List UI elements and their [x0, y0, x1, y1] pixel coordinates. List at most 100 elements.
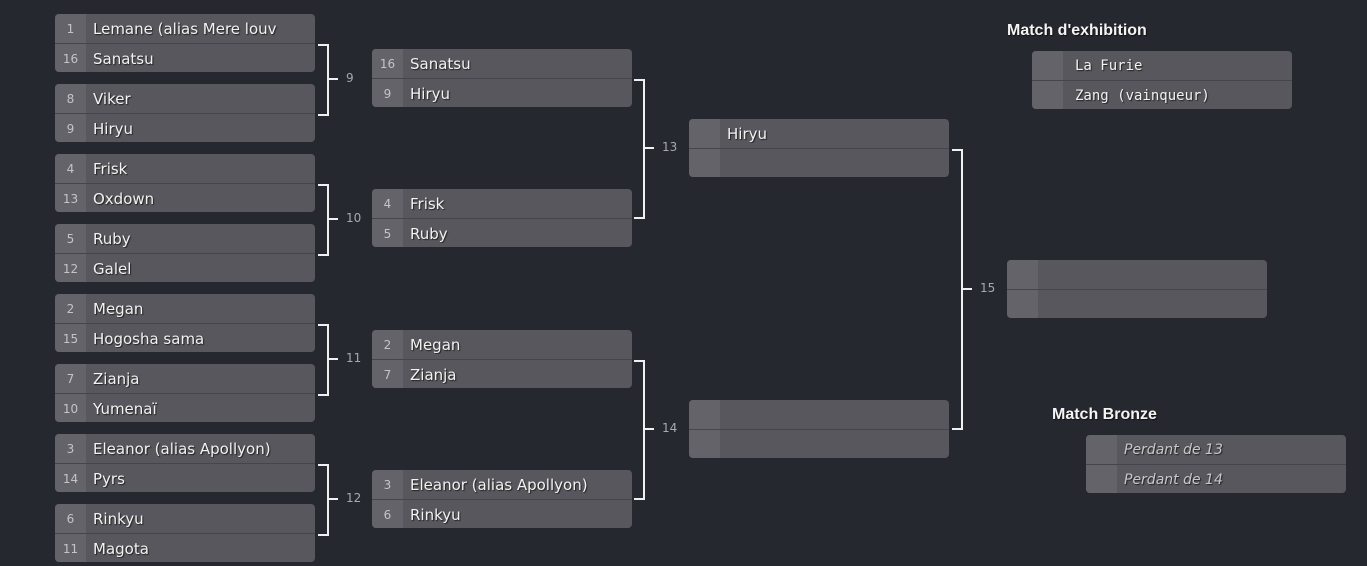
match-box[interactable]: 2 Megan 15 Hogosha sama: [55, 294, 315, 352]
participant-name: Zianja: [410, 365, 457, 384]
seed-number: [1086, 435, 1117, 464]
bracket-stub: [329, 498, 338, 500]
participant-name: Eleanor (alias Apollyon): [410, 475, 588, 494]
participant-name: Magota: [93, 539, 149, 558]
match-box[interactable]: 16 Sanatsu 9 Hiryu: [372, 49, 632, 107]
participant-row[interactable]: 3 Eleanor (alias Apollyon): [372, 470, 632, 500]
participant-row[interactable]: 12 Galel: [55, 254, 315, 282]
seed-number: [1007, 290, 1038, 318]
match-box[interactable]: 7 Zianja 10 Yumenaï: [55, 364, 315, 422]
match-number: 11: [346, 351, 362, 365]
participant-row[interactable]: 9 Hiryu: [55, 114, 315, 142]
bronze-title: Match Bronze: [1052, 406, 1157, 423]
match-box[interactable]: [689, 400, 949, 458]
participant-row[interactable]: 7 Zianja: [55, 364, 315, 394]
participant-row[interactable]: Hiryu: [689, 119, 949, 149]
participant-name: Rinkyu: [93, 509, 144, 528]
bracket-stub: [329, 78, 338, 80]
participant-name: Hiryu: [727, 124, 767, 143]
participant-name: Perdant de 14: [1124, 471, 1223, 488]
match-box[interactable]: 3 Eleanor (alias Apollyon) 14 Pyrs: [55, 434, 315, 492]
participant-row[interactable]: 14 Pyrs: [55, 464, 315, 492]
participant-row[interactable]: 8 Viker: [55, 84, 315, 114]
bracket-connector: [634, 360, 645, 500]
seed-number: [1007, 260, 1038, 289]
participant-name: Sanatsu: [93, 49, 154, 68]
participant-row[interactable]: [689, 430, 949, 458]
participant-row[interactable]: 3 Eleanor (alias Apollyon): [55, 434, 315, 464]
match-number: 13: [662, 140, 678, 154]
seed-number: [689, 119, 720, 148]
participant-row[interactable]: [1007, 260, 1267, 290]
exhibition-title: Match d'exhibition: [1007, 22, 1147, 39]
match-box[interactable]: [1007, 260, 1267, 318]
bracket-stub: [645, 428, 654, 430]
match-box[interactable]: 6 Rinkyu 11 Magota: [55, 504, 315, 562]
seed-number: 10: [55, 394, 86, 422]
bracket-connector: [318, 44, 329, 116]
seed-number: 2: [372, 330, 403, 359]
participant-row[interactable]: 5 Ruby: [55, 224, 315, 254]
seed-number: [689, 400, 720, 429]
participant-name: Rinkyu: [410, 505, 461, 524]
bracket-connector: [318, 464, 329, 536]
participant-name: Yumenaï: [93, 399, 157, 418]
seed-number: [689, 430, 720, 458]
seed-number: 3: [372, 470, 403, 499]
seed-number: [689, 149, 720, 177]
participant-row[interactable]: [689, 400, 949, 430]
participant-row[interactable]: 4 Frisk: [55, 154, 315, 184]
participant-name: Megan: [93, 299, 144, 318]
participant-row[interactable]: [689, 149, 949, 177]
seed-number: 5: [55, 224, 86, 253]
participant-row[interactable]: 4 Frisk: [372, 189, 632, 219]
participant-row[interactable]: Perdant de 14: [1086, 465, 1346, 493]
participant-row[interactable]: 15 Hogosha sama: [55, 324, 315, 352]
participant-name: Zianja: [93, 369, 140, 388]
match-box[interactable]: 3 Eleanor (alias Apollyon) 6 Rinkyu: [372, 470, 632, 528]
participant-row[interactable]: 6 Rinkyu: [372, 500, 632, 528]
participant-row[interactable]: [1007, 290, 1267, 318]
participant-row[interactable]: 7 Zianja: [372, 360, 632, 388]
seed-number: 3: [55, 434, 86, 463]
match-box[interactable]: 4 Frisk 5 Ruby: [372, 189, 632, 247]
participant-row[interactable]: 2 Megan: [55, 294, 315, 324]
participant-name: Zang (vainqueur): [1075, 87, 1210, 104]
participant-name: Frisk: [410, 194, 445, 213]
seed-number: 14: [55, 464, 86, 492]
seed-number: 5: [372, 219, 403, 247]
participant-name: Ruby: [93, 229, 131, 248]
participant-row[interactable]: Perdant de 13: [1086, 435, 1346, 465]
bracket-stub: [645, 147, 654, 149]
participant-row[interactable]: 1 Lemane (alias Mere louv: [55, 14, 315, 44]
participant-row[interactable]: 16 Sanatsu: [55, 44, 315, 72]
match-number: 15: [980, 280, 996, 295]
participant-row[interactable]: 2 Megan: [372, 330, 632, 360]
match-box[interactable]: 4 Frisk 13 Oxdown: [55, 154, 315, 212]
match-number: 12: [346, 491, 362, 505]
seed-number: 13: [55, 184, 86, 212]
participant-row[interactable]: 10 Yumenaï: [55, 394, 315, 422]
seed-number: 1: [55, 14, 86, 43]
match-box[interactable]: La Furie Zang (vainqueur): [1032, 51, 1292, 109]
participant-row[interactable]: 6 Rinkyu: [55, 504, 315, 534]
match-box[interactable]: 5 Ruby 12 Galel: [55, 224, 315, 282]
match-box[interactable]: 8 Viker 9 Hiryu: [55, 84, 315, 142]
seed-number: 11: [55, 534, 86, 562]
match-box[interactable]: Hiryu: [689, 119, 949, 177]
participant-name: Ruby: [410, 224, 448, 243]
match-box[interactable]: 2 Megan 7 Zianja: [372, 330, 632, 388]
participant-name: Sanatsu: [410, 54, 471, 73]
match-box[interactable]: Perdant de 13 Perdant de 14: [1086, 435, 1346, 493]
participant-row[interactable]: 13 Oxdown: [55, 184, 315, 212]
participant-row[interactable]: 5 Ruby: [372, 219, 632, 247]
participant-row[interactable]: 9 Hiryu: [372, 79, 632, 107]
participant-row[interactable]: 11 Magota: [55, 534, 315, 562]
seed-number: 16: [372, 49, 403, 78]
participant-name: Eleanor (alias Apollyon): [93, 439, 271, 458]
participant-row[interactable]: La Furie: [1032, 51, 1292, 81]
match-box[interactable]: 1 Lemane (alias Mere louv 16 Sanatsu: [55, 14, 315, 72]
participant-row[interactable]: 16 Sanatsu: [372, 49, 632, 79]
participant-row[interactable]: Zang (vainqueur): [1032, 81, 1292, 109]
bracket-connector: [952, 149, 963, 430]
